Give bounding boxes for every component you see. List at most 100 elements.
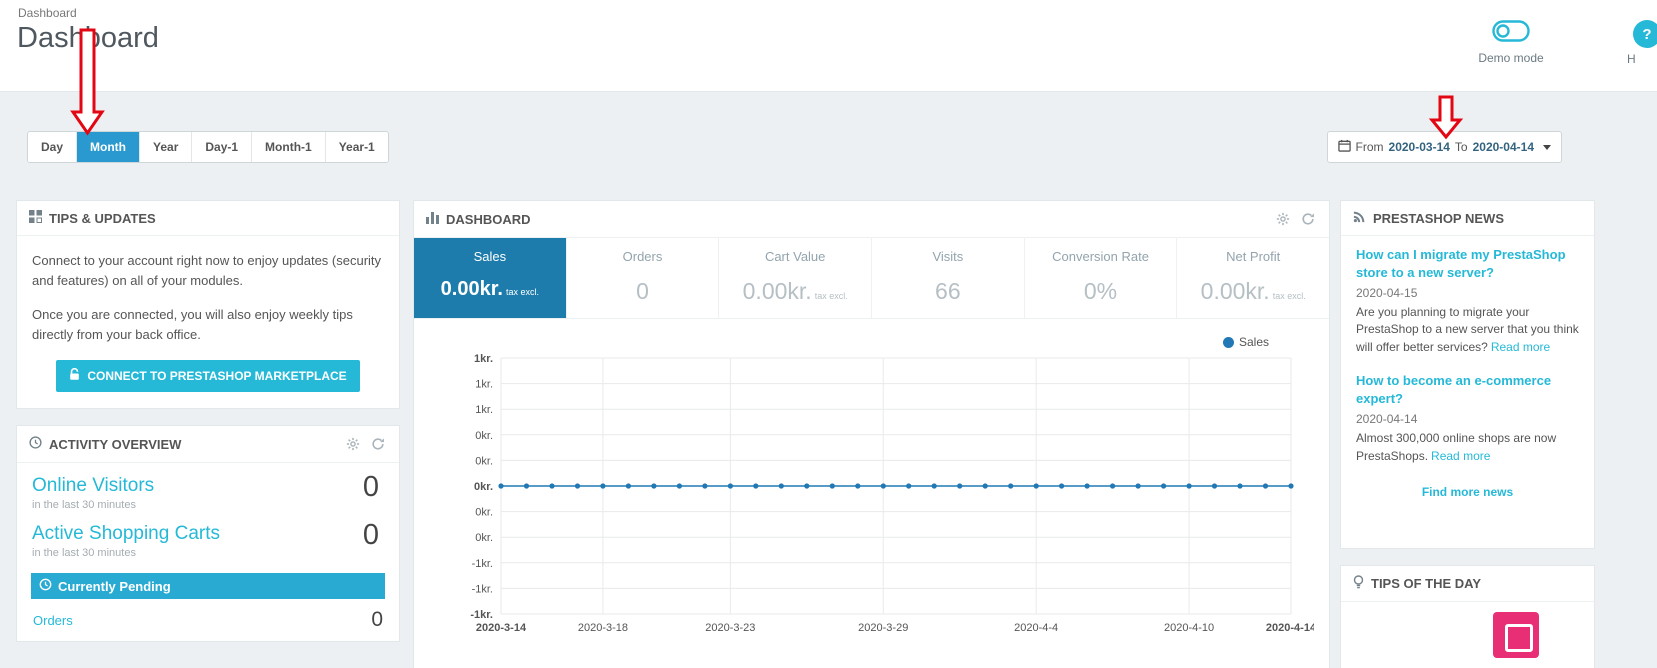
- find-more-news-link[interactable]: Find more news: [1356, 485, 1579, 499]
- dashboard-panel: DASHBOARD: [413, 200, 1330, 668]
- sales-chart-area: Sales 1kr.1kr.1kr.0kr.0kr.0kr.0kr.0kr.-1…: [414, 319, 1329, 668]
- range-button-month[interactable]: Month: [77, 132, 140, 162]
- center-column: DASHBOARD: [413, 200, 1330, 668]
- date-range-picker[interactable]: From 2020-03-14 To 2020-04-14: [1327, 131, 1562, 163]
- svg-text:-1kr.: -1kr.: [470, 609, 493, 621]
- range-button-month-1[interactable]: Month-1: [252, 132, 326, 162]
- activity-refresh-button[interactable]: [369, 435, 387, 453]
- read-more-link[interactable]: Read more: [1491, 340, 1550, 354]
- range-button-day[interactable]: Day: [28, 132, 77, 162]
- tips-paragraph-2: Once you are connected, you will also en…: [32, 305, 384, 344]
- dashboard-refresh-button[interactable]: [1299, 210, 1317, 228]
- activity-settings-button[interactable]: [344, 435, 362, 453]
- range-button-day-1[interactable]: Day-1: [192, 132, 252, 162]
- svg-text:2020-3-18: 2020-3-18: [578, 622, 628, 634]
- toggle-icon: [1492, 29, 1530, 46]
- demo-mode-toggle[interactable]: Demo mode: [1469, 20, 1553, 65]
- dashboard-settings-button[interactable]: [1274, 210, 1292, 228]
- tips-of-the-day-header: TIPS OF THE DAY: [1341, 566, 1594, 602]
- svg-text:0kr.: 0kr.: [475, 532, 493, 544]
- news-article-date: 2020-04-14: [1356, 412, 1579, 426]
- kpi-tabs: Sales 0.00kr.tax excl. Orders 0 Cart Val…: [414, 238, 1329, 319]
- svg-text:0kr.: 0kr.: [474, 481, 493, 493]
- tips-updates-title: TIPS & UPDATES: [49, 211, 156, 226]
- left-column: TIPS & UPDATES Connect to your account r…: [16, 200, 400, 658]
- tab-visits[interactable]: Visits 66: [872, 238, 1025, 318]
- tab-conversion-rate-label: Conversion Rate: [1025, 249, 1177, 264]
- page-title: Dashboard: [17, 22, 159, 55]
- tab-sales-suffix: tax excl.: [506, 287, 539, 297]
- pending-orders-link[interactable]: Orders: [33, 613, 73, 628]
- date-to-value: 2020-04-14: [1473, 140, 1534, 154]
- refresh-icon: [1301, 212, 1315, 226]
- svg-text:0kr.: 0kr.: [475, 507, 493, 519]
- clock-icon: [29, 436, 42, 452]
- tab-conversion-rate[interactable]: Conversion Rate 0%: [1025, 238, 1178, 318]
- active-carts-link[interactable]: Active Shopping Carts: [32, 523, 384, 545]
- caret-down-icon: [1543, 145, 1551, 150]
- svg-text:1kr.: 1kr.: [475, 379, 493, 391]
- dashboard-panel-header: DASHBOARD: [414, 201, 1329, 238]
- online-visitors-link[interactable]: Online Visitors: [32, 475, 384, 497]
- help-button[interactable]: H: [1627, 20, 1657, 66]
- svg-text:2020-4-10: 2020-4-10: [1164, 622, 1214, 634]
- news-article: How to become an e-commerce expert? 2020…: [1356, 372, 1579, 465]
- activity-overview-panel: ACTIVITY OVERVIEW: [16, 425, 400, 642]
- tab-sales[interactable]: Sales 0.00kr.tax excl.: [414, 238, 567, 318]
- tips-updates-panel: TIPS & UPDATES Connect to your account r…: [16, 200, 400, 409]
- svg-text:-1kr.: -1kr.: [472, 558, 493, 570]
- connect-marketplace-label: CONNECT TO PRESTASHOP MARKETPLACE: [87, 369, 346, 383]
- news-article-title-link[interactable]: How to become an e-commerce expert?: [1356, 372, 1579, 407]
- bar-chart-icon: [426, 212, 439, 227]
- svg-text:2020-3-23: 2020-3-23: [705, 622, 755, 634]
- active-carts-value: 0: [363, 519, 379, 552]
- tab-net-profit-suffix: tax excl.: [1273, 291, 1306, 301]
- modules-icon: [29, 210, 42, 226]
- online-visitors-item: Online Visitors 0 in the last 30 minutes: [17, 463, 399, 511]
- news-article-title-link[interactable]: How can I migrate my PrestaShop store to…: [1356, 246, 1579, 281]
- tab-cart-value-label: Cart Value: [719, 249, 871, 264]
- gear-icon: [1276, 212, 1290, 226]
- activity-overview-title: ACTIVITY OVERVIEW: [49, 437, 181, 452]
- right-column: PRESTASHOP NEWS How can I migrate my Pre…: [1340, 200, 1595, 668]
- connect-marketplace-button[interactable]: CONNECT TO PRESTASHOP MARKETPLACE: [56, 360, 359, 392]
- svg-text:0kr.: 0kr.: [475, 430, 493, 442]
- pending-orders-row: Orders 0: [31, 599, 385, 641]
- news-article: How can I migrate my PrestaShop store to…: [1356, 246, 1579, 356]
- tab-net-profit[interactable]: Net Profit 0.00kr.tax excl.: [1177, 238, 1329, 318]
- news-article-date: 2020-04-15: [1356, 286, 1579, 300]
- tips-of-the-day-panel: TIPS OF THE DAY New SEO Si: [1340, 565, 1595, 668]
- tab-cart-value-suffix: tax excl.: [815, 291, 848, 301]
- range-button-year[interactable]: Year: [140, 132, 192, 162]
- news-article-body: Almost 300,000 online shops are now Pres…: [1356, 430, 1579, 465]
- calendar-icon: [1338, 139, 1351, 155]
- dashboard-panel-title: DASHBOARD: [446, 212, 531, 227]
- news-panel-header: PRESTASHOP NEWS: [1341, 201, 1594, 236]
- tab-conversion-rate-value: 0%: [1084, 278, 1117, 304]
- range-button-year-1[interactable]: Year-1: [326, 132, 388, 162]
- tips-updates-body: Connect to your account right now to enj…: [17, 236, 399, 407]
- tab-net-profit-label: Net Profit: [1177, 249, 1329, 264]
- gear-icon: [346, 437, 360, 451]
- svg-text:0kr.: 0kr.: [475, 455, 493, 467]
- read-more-link[interactable]: Read more: [1431, 449, 1490, 463]
- tab-sales-value: 0.00kr.: [441, 278, 503, 300]
- help-label: H: [1627, 52, 1657, 66]
- svg-text:1kr.: 1kr.: [474, 353, 493, 365]
- breadcrumb[interactable]: Dashboard: [18, 6, 77, 20]
- pending-clock-icon: [39, 578, 52, 594]
- rss-icon: [1353, 210, 1366, 226]
- tab-net-profit-value: 0.00kr.: [1201, 278, 1270, 304]
- tips-of-the-day-body: New SEO Si: [1341, 602, 1594, 668]
- currently-pending-label: Currently Pending: [58, 579, 171, 594]
- svg-text:2020-4-4: 2020-4-4: [1014, 622, 1058, 634]
- tab-visits-label: Visits: [872, 249, 1024, 264]
- prestashop-news-panel: PRESTASHOP NEWS How can I migrate my Pre…: [1340, 200, 1595, 549]
- tip-promo-image[interactable]: [1493, 612, 1539, 658]
- svg-text:-1kr.: -1kr.: [472, 583, 493, 595]
- sales-line-chart: 1kr.1kr.1kr.0kr.0kr.0kr.0kr.0kr.-1kr.-1k…: [414, 334, 1314, 644]
- activity-overview-header: ACTIVITY OVERVIEW: [17, 426, 399, 463]
- date-from-value: 2020-03-14: [1389, 140, 1450, 154]
- tab-orders[interactable]: Orders 0: [567, 238, 720, 318]
- tab-cart-value[interactable]: Cart Value 0.00kr.tax excl.: [719, 238, 872, 318]
